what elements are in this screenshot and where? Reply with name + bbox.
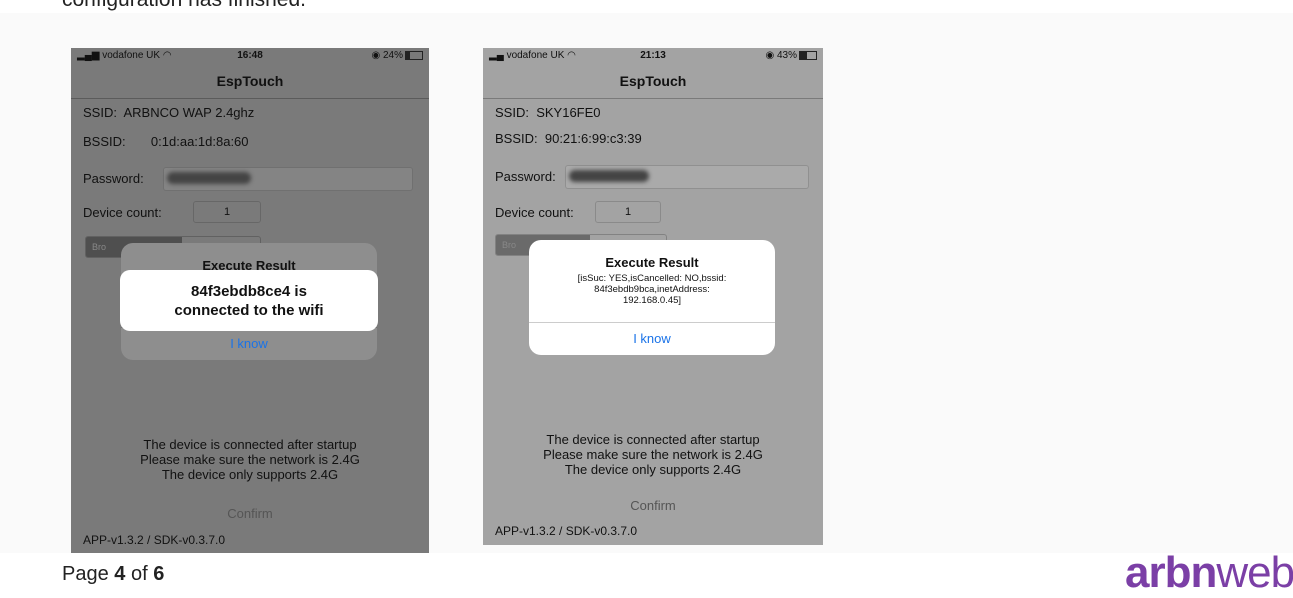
password-redaction bbox=[167, 172, 251, 184]
info-text: The device is connected after startup Pl… bbox=[71, 437, 429, 482]
phone-screenshot-2: ▂▄ vodafone UK ◠ 21:13 ◉ 43% EspTouch SS… bbox=[483, 48, 823, 545]
alert-title: Execute Result bbox=[605, 255, 699, 270]
battery-fill bbox=[800, 51, 807, 59]
info-text: The device is connected after startup Pl… bbox=[483, 432, 823, 477]
ssid-row: SSID: ARBNCO WAP 2.4ghz bbox=[83, 105, 254, 120]
brand-logo-light: web bbox=[1216, 548, 1293, 597]
info-line: The device only supports 2.4G bbox=[161, 467, 339, 482]
alert-message: 84f3ebdb8ce4 is connected to the wifi bbox=[120, 270, 378, 331]
battery-percent: 24% bbox=[382, 50, 403, 61]
brand-logo-bold: arbn bbox=[1125, 548, 1217, 597]
page-of-label: of bbox=[125, 563, 154, 585]
alert-message: [isSuc: YES,isCancelled: NO,bssid: 84f3e… bbox=[529, 273, 775, 306]
battery-icon bbox=[405, 50, 423, 60]
alert-message-text: 84f3ebdb8ce4 is connected to the wifi bbox=[174, 282, 324, 319]
page-number: Page 4 of 6 bbox=[62, 563, 164, 586]
orientation-lock-icon: ◉ bbox=[765, 50, 775, 61]
info-line: Please make sure the network is 2.4G bbox=[543, 447, 763, 462]
device-count-input[interactable]: 1 bbox=[193, 201, 261, 223]
alert-message-line: 84f3ebdb9bca,inetAddress: bbox=[594, 284, 710, 295]
nav-title: EspTouch bbox=[71, 64, 429, 99]
orientation-lock-icon: ◉ bbox=[371, 50, 381, 61]
status-bar: ▂▄ vodafone UK ◠ 21:13 ◉ 43% bbox=[483, 48, 823, 64]
page-total: 6 bbox=[153, 563, 165, 585]
phone-screenshot-1: ▂▄▆ vodafone UK ◠ 16:48 ◉ 24% EspTouch S… bbox=[71, 48, 429, 553]
alert-message-line: 192.168.0.45] bbox=[622, 295, 682, 306]
password-label: Password: bbox=[495, 169, 556, 184]
battery-indicator: ◉ 24% bbox=[371, 50, 423, 61]
battery-indicator: ◉ 43% bbox=[765, 50, 817, 61]
alert-dialog: Execute Result [isSuc: YES,isCancelled: … bbox=[529, 240, 775, 355]
bssid-label: BSSID: bbox=[83, 134, 126, 149]
ssid-value: ARBNCO WAP 2.4ghz bbox=[123, 105, 255, 120]
version-label: APP-v1.3.2 / SDK-v0.3.7.0 bbox=[495, 524, 638, 538]
alert-message-line: [isSuc: YES,isCancelled: NO,bssid: bbox=[577, 273, 727, 284]
info-line: The device is connected after startup bbox=[143, 437, 357, 452]
device-count-label: Device count: bbox=[495, 205, 574, 220]
status-bar: ▂▄▆ vodafone UK ◠ 16:48 ◉ 24% bbox=[71, 48, 429, 64]
confirm-button[interactable]: Confirm bbox=[71, 506, 429, 521]
version-label: APP-v1.3.2 / SDK-v0.3.7.0 bbox=[83, 533, 226, 547]
bssid-value: 90:21:6:99:c3:39 bbox=[544, 131, 642, 146]
nav-title: EspTouch bbox=[483, 64, 823, 99]
ssid-label: SSID: bbox=[83, 105, 117, 120]
ssid-value: SKY16FE0 bbox=[536, 105, 601, 120]
device-count-input[interactable]: 1 bbox=[595, 201, 661, 223]
bssid-row: BSSID: 90:21:6:99:c3:39 bbox=[495, 131, 642, 146]
info-line: Please make sure the network is 2.4G bbox=[140, 452, 360, 467]
page-intro-text: configuration has finished. bbox=[62, 0, 306, 12]
battery-fill bbox=[406, 51, 410, 59]
password-label: Password: bbox=[83, 171, 144, 186]
device-count-label: Device count: bbox=[83, 205, 162, 220]
battery-percent: 43% bbox=[776, 50, 797, 61]
ssid-label: SSID: bbox=[495, 105, 529, 120]
bssid-value: 0:1d:aa:1d:8a:60 bbox=[150, 134, 249, 149]
info-line: The device only supports 2.4G bbox=[564, 462, 742, 477]
alert-i-know-button[interactable]: I know bbox=[121, 327, 377, 360]
info-line: The device is connected after startup bbox=[546, 432, 760, 447]
bssid-row: BSSID: 0:1d:aa:1d:8a:60 bbox=[83, 134, 249, 149]
bssid-label: BSSID: bbox=[495, 131, 538, 146]
confirm-button[interactable]: Confirm bbox=[483, 498, 823, 513]
alert-i-know-button[interactable]: I know bbox=[529, 322, 775, 355]
battery-icon bbox=[799, 50, 817, 60]
page-current: 4 bbox=[114, 563, 126, 585]
brand-logo: arbnweb bbox=[1125, 548, 1293, 598]
ssid-row: SSID: SKY16FE0 bbox=[495, 105, 601, 120]
password-redaction bbox=[569, 170, 649, 182]
page-label: Page bbox=[62, 563, 115, 585]
